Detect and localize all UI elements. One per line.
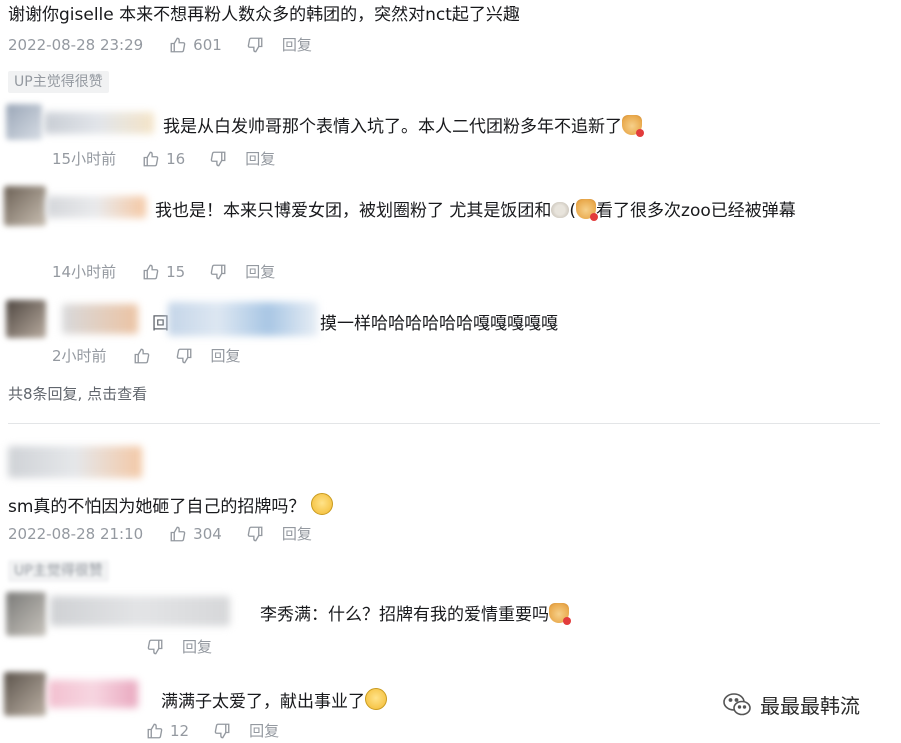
like-count: 304 (193, 525, 222, 543)
reply-time: 2小时前 (52, 347, 107, 365)
thumbs-down-icon (209, 150, 227, 168)
sheep-icon (551, 202, 570, 218)
thumbs-up-icon (169, 525, 187, 543)
like-count: 16 (166, 150, 186, 168)
like-count: 15 (166, 263, 186, 281)
dislike-button[interactable] (175, 347, 193, 365)
reply-time: 15小时前 (52, 150, 117, 168)
reply-button[interactable]: 回复 (282, 35, 312, 55)
reply-button[interactable]: 回复 (245, 149, 275, 169)
comment-time: 2022-08-28 21:10 (8, 525, 144, 543)
like-button[interactable]: 304 (169, 524, 222, 544)
reply-text-content-2: 看了很多次zoo已经被弹幕 (596, 201, 796, 221)
comment-time: 2022-08-28 23:29 (8, 36, 144, 54)
username[interactable] (48, 680, 138, 708)
like-button[interactable] (133, 347, 151, 365)
reply-meta: 回复 (146, 637, 212, 657)
reply-button[interactable]: 回复 (249, 721, 279, 741)
avatar[interactable] (6, 592, 46, 636)
thumbs-up-icon (142, 150, 160, 168)
like-button[interactable]: 16 (142, 149, 185, 169)
comment-meta: 2022-08-28 23:29 601 回复 (8, 35, 312, 55)
avatar[interactable] (4, 672, 46, 716)
dislike-button[interactable] (209, 263, 227, 281)
reply-time: 14小时前 (52, 263, 117, 281)
avatar[interactable] (6, 300, 46, 338)
watermark: 最最最韩流 (722, 690, 860, 719)
thumbs-down-icon (209, 263, 227, 281)
reply-prefix: 回 (152, 314, 169, 334)
reply-meta: 12 回复 (146, 721, 279, 741)
dislike-button[interactable] (246, 525, 264, 543)
mention-blur (168, 302, 318, 336)
view-more-replies[interactable]: 共8条回复, 点击查看 (8, 383, 147, 404)
glasses-emoji-icon (365, 688, 387, 710)
reply-text: 摸一样哈哈哈哈哈哈嘎嘎嘎嘎嘎 (320, 314, 558, 334)
thumbs-up-icon (146, 722, 164, 740)
thumbs-down-icon (246, 36, 264, 54)
reply-button[interactable]: 回复 (182, 637, 212, 657)
dislike-button[interactable] (213, 722, 231, 740)
reply-meta: 2小时前 回复 (52, 346, 241, 366)
watermark-text: 最最最韩流 (760, 694, 860, 718)
like-count: 601 (193, 36, 222, 54)
like-button[interactable]: 601 (169, 35, 222, 55)
like-button[interactable]: 15 (142, 262, 185, 282)
reply-button[interactable]: 回复 (211, 346, 241, 366)
username[interactable] (8, 446, 142, 478)
thumbs-up-icon (133, 347, 151, 365)
like-button[interactable]: 12 (146, 721, 189, 741)
reply-text: 我也是！本来只博爱女团，被划圈粉了 尤其是饭团和 ( 看了很多次zoo已经被弹幕 (155, 199, 796, 222)
reply-text-content: 我是从白发帅哥那个表情入坑了。本人二代团粉多年不追新了 (163, 117, 622, 137)
reply-meta: 14小时前 15 回复 (52, 262, 275, 282)
dislike-button[interactable] (209, 150, 227, 168)
username[interactable] (62, 304, 138, 334)
thumbs-up-icon (142, 263, 160, 281)
up-liked-badge: UP主觉得很赞 (8, 71, 109, 93)
avatar[interactable] (4, 186, 46, 226)
username[interactable] (46, 196, 146, 218)
reply-text-content: 满满子太爱了，献出事业了 (161, 692, 365, 712)
dog-emoji-icon (576, 199, 599, 221)
avatar[interactable] (6, 104, 42, 140)
thinking-emoji-icon (311, 493, 334, 515)
thumbs-down-icon (213, 722, 231, 740)
like-count: 12 (170, 722, 190, 740)
username[interactable] (44, 112, 154, 134)
comment-text-content: sm真的不怕因为她砸了自己的招牌吗？ (8, 497, 306, 517)
reply-text-content: 我也是！本来只博爱女团，被划圈粉了 尤其是饭团和 (155, 201, 552, 221)
comment-text: sm真的不怕因为她砸了自己的招牌吗？ (8, 493, 334, 518)
dog-emoji-icon (549, 603, 571, 625)
reply-text-content: 李秀满：什么？招牌有我的爱情重要吗 (260, 605, 549, 625)
reply-text: 我是从白发帅哥那个表情入坑了。本人二代团粉多年不追新了 (163, 115, 644, 138)
dislike-button[interactable] (246, 36, 264, 54)
thumbs-up-icon (169, 36, 187, 54)
thumbs-down-icon (175, 347, 193, 365)
up-liked-badge: UP主觉得很赞 (8, 560, 109, 582)
reply-text: 满满子太爱了，献出事业了 (161, 688, 387, 713)
reply-button[interactable]: 回复 (245, 262, 275, 282)
comment-text: 谢谢你giselle 本来不想再粉人数众多的韩团的，突然对nct起了兴趣 (8, 5, 520, 25)
dislike-button[interactable] (146, 638, 164, 656)
wechat-icon (722, 692, 752, 718)
reply-text: 李秀满：什么？招牌有我的爱情重要吗 (260, 603, 571, 626)
username[interactable] (50, 596, 230, 626)
dog-emoji-icon (622, 115, 644, 137)
reply-text-paren: ( (569, 201, 577, 221)
thumbs-down-icon (146, 638, 164, 656)
divider (8, 423, 880, 424)
reply-button[interactable]: 回复 (282, 524, 312, 544)
comment-meta: 2022-08-28 21:10 304 回复 (8, 524, 312, 544)
reply-meta: 15小时前 16 回复 (52, 149, 275, 169)
thumbs-down-icon (246, 525, 264, 543)
